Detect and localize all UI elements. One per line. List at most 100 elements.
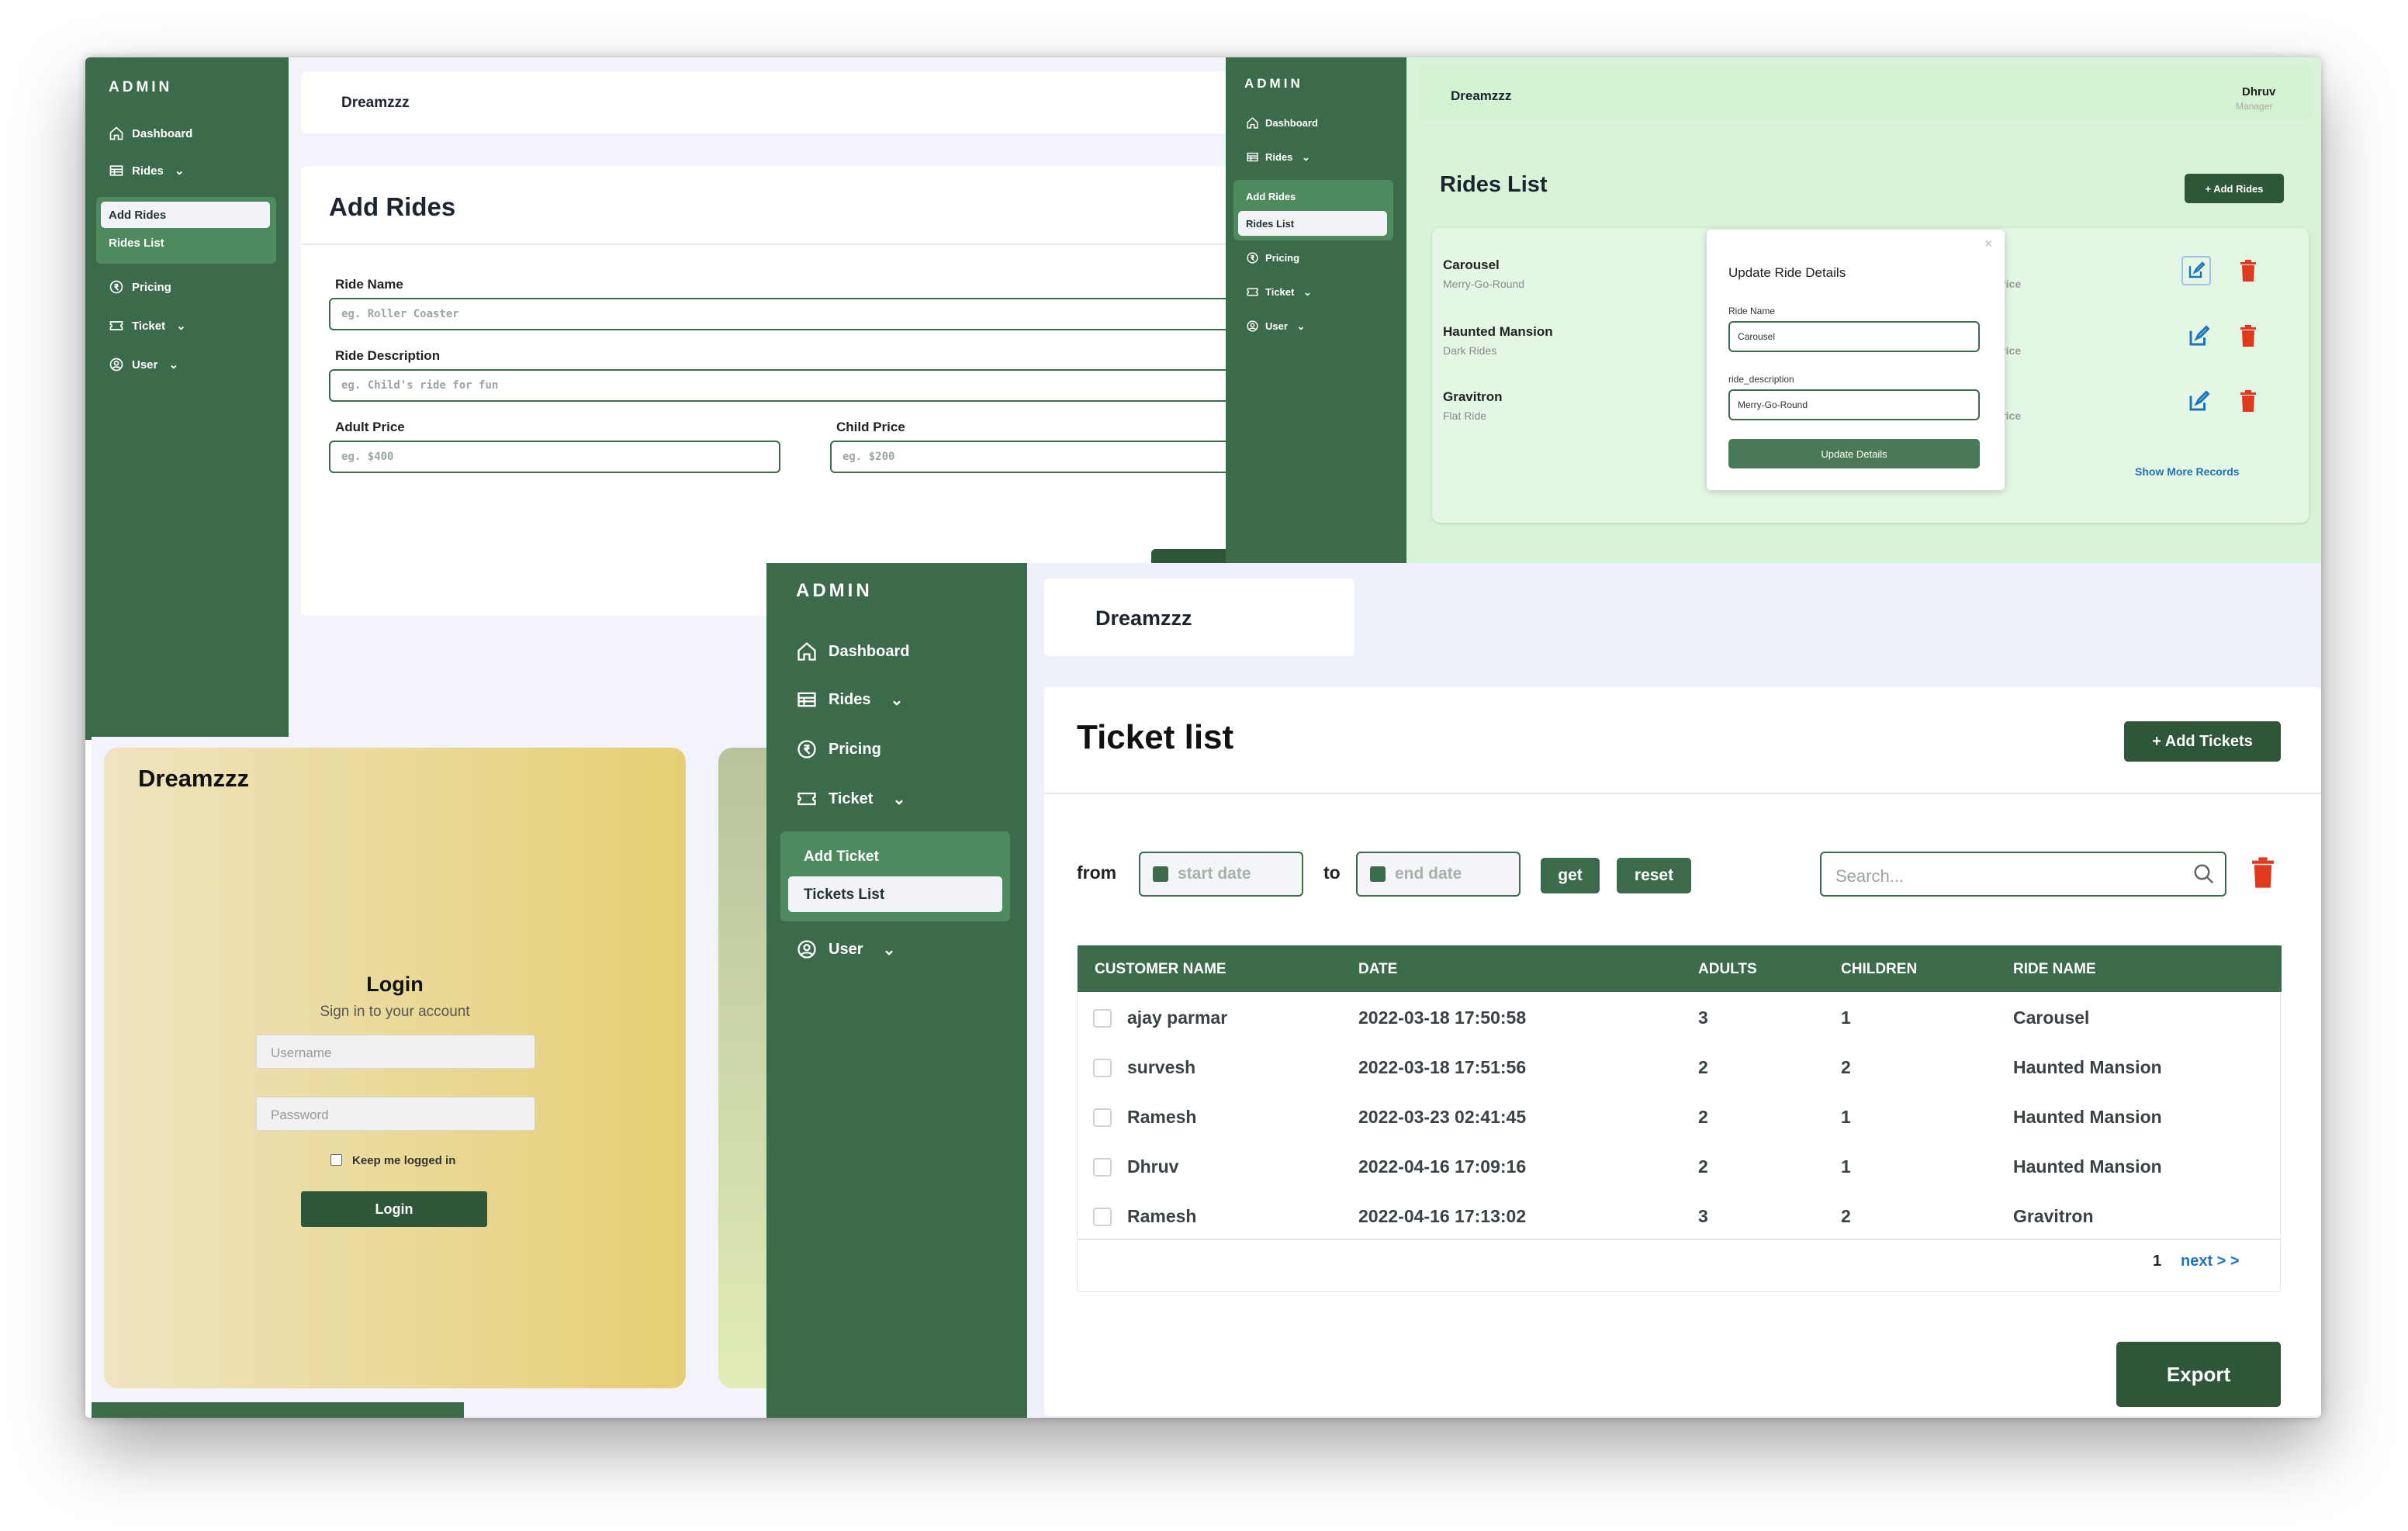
sidebar-item-rides[interactable]: Rides ⌄ bbox=[1246, 150, 1310, 164]
row-checkbox[interactable] bbox=[1093, 1158, 1112, 1177]
row-checkbox[interactable] bbox=[1093, 1009, 1112, 1028]
home-icon bbox=[1247, 117, 1258, 129]
sidebar-item-user[interactable]: User ⌄ bbox=[1246, 320, 1305, 333]
row-checkbox[interactable] bbox=[1093, 1208, 1112, 1226]
search-icon bbox=[2194, 864, 2214, 884]
page-title: Add Rides bbox=[329, 192, 456, 221]
search-input[interactable]: Search... bbox=[1820, 852, 2226, 897]
cell-date: 2022-04-16 17:09:16 bbox=[1358, 1156, 1527, 1177]
calendar-icon bbox=[1370, 866, 1386, 882]
table-row[interactable]: Dhruv 2022-04-16 17:09:16 2 1 Haunted Ma… bbox=[1078, 1141, 2282, 1191]
cell-children: 2 bbox=[1841, 1206, 1851, 1226]
adult-price-input[interactable]: eg. $400 bbox=[329, 441, 780, 473]
table-row[interactable]: ajay parmar 2022-03-18 17:50:58 3 1 Caro… bbox=[1078, 992, 2282, 1042]
trash-icon[interactable] bbox=[2250, 856, 2276, 893]
from-label: from bbox=[1077, 862, 1117, 883]
page-title: Rides List bbox=[1440, 172, 1548, 197]
remember-checkbox[interactable] bbox=[330, 1154, 342, 1166]
password-field[interactable]: Password bbox=[256, 1097, 535, 1131]
sidebar-item-pricing[interactable]: Pricing bbox=[1246, 251, 1299, 264]
column-header-ride: RIDE NAME bbox=[2013, 961, 2096, 977]
ride-name: Gravitron bbox=[1443, 389, 1503, 404]
ticket-icon bbox=[109, 321, 123, 330]
child-price-label: Child Price bbox=[836, 420, 905, 434]
ride-description-input[interactable]: Merry-Go-Round bbox=[1728, 389, 1980, 420]
submenu-add-rides[interactable]: Add Rides bbox=[101, 202, 270, 228]
edit-icon[interactable] bbox=[2181, 256, 2211, 285]
chevron-down-icon: ⌄ bbox=[165, 358, 179, 372]
user-icon bbox=[797, 940, 816, 959]
sidebar-item-ticket[interactable]: Ticket ⌄ bbox=[109, 318, 186, 334]
chevron-down-icon: ⌄ bbox=[171, 164, 185, 178]
cell-ride: Carousel bbox=[2013, 1007, 2090, 1028]
export-button[interactable]: Export bbox=[2116, 1342, 2281, 1407]
start-date-input[interactable]: start date bbox=[1139, 852, 1303, 897]
sidebar-item-user[interactable]: User ⌄ bbox=[109, 357, 178, 372]
row-checkbox[interactable] bbox=[1093, 1108, 1112, 1127]
sidebar-item-pricing[interactable]: Pricing bbox=[796, 738, 881, 760]
cell-customer: Ramesh bbox=[1127, 1107, 1197, 1127]
ticket-card: Ticket list + Add Tickets from start dat… bbox=[1044, 687, 2321, 1416]
add-rides-card: Add Rides Ride Name eg. Roller Coaster R… bbox=[301, 166, 1337, 616]
cell-date: 2022-03-23 02:41:45 bbox=[1358, 1107, 1527, 1127]
next-page-link[interactable]: next > > bbox=[2181, 1253, 2240, 1270]
sidebar: ADMIN Dashboard Rides ⌄ Pricing Ticket ⌄… bbox=[766, 563, 1027, 1418]
cell-adults: 3 bbox=[1698, 1007, 1708, 1028]
sidebar-item-user[interactable]: User ⌄ bbox=[796, 938, 895, 960]
column-header-customer: CUSTOMER NAME bbox=[1095, 961, 1226, 977]
sidebar-item-rides[interactable]: Rides ⌄ bbox=[796, 689, 903, 710]
end-date-input[interactable]: end date bbox=[1356, 852, 1521, 897]
submenu-tickets-list[interactable]: Tickets List bbox=[788, 876, 1002, 912]
cell-customer: ajay parmar bbox=[1127, 1007, 1228, 1028]
add-tickets-button[interactable]: + Add Tickets bbox=[2124, 721, 2281, 762]
ride-description-input[interactable]: eg. Child's ride for fun bbox=[329, 369, 1337, 402]
table-icon bbox=[109, 165, 123, 176]
trash-icon[interactable] bbox=[2239, 389, 2258, 416]
get-button[interactable]: get bbox=[1541, 858, 1600, 893]
ride-name-label: Ride Name bbox=[1728, 306, 1776, 316]
login-button[interactable]: Login bbox=[301, 1191, 487, 1227]
username-field[interactable]: Username bbox=[256, 1035, 535, 1069]
sidebar-item-dashboard[interactable]: Dashboard bbox=[1246, 116, 1318, 130]
sidebar-item-dashboard[interactable]: Dashboard bbox=[109, 126, 192, 141]
update-details-button[interactable]: Update Details bbox=[1728, 439, 1980, 468]
trash-icon[interactable] bbox=[2239, 324, 2258, 351]
adult-price-label: Adult Price bbox=[335, 420, 405, 434]
table-icon bbox=[1247, 152, 1258, 162]
sidebar-item-ticket[interactable]: Ticket ⌄ bbox=[1246, 285, 1312, 299]
sidebar-item-ticket[interactable]: Ticket ⌄ bbox=[796, 788, 905, 810]
show-more-link[interactable]: Show More Records bbox=[2135, 465, 2240, 478]
ride-name-input[interactable]: eg. Roller Coaster bbox=[329, 298, 1337, 330]
chevron-down-icon: ⌄ bbox=[884, 790, 906, 808]
ride-category: Merry-Go-Round bbox=[1443, 278, 1525, 290]
chevron-down-icon: ⌄ bbox=[1300, 285, 1312, 298]
sidebar: ADMIN Dashboard Rides ⌄ Add Rides Rides … bbox=[85, 57, 289, 740]
ticket-table-wrapper: CUSTOMER NAME DATE ADULTS CHILDREN RIDE … bbox=[1077, 945, 2282, 1292]
table-row[interactable]: survesh 2022-03-18 17:51:56 2 2 Haunted … bbox=[1078, 1042, 2282, 1091]
page-number[interactable]: 1 bbox=[2153, 1253, 2161, 1270]
ride-name-input[interactable]: Carousel bbox=[1728, 321, 1980, 352]
add-rides-button[interactable]: + Add Rides bbox=[2185, 174, 2284, 203]
submenu-add-ticket[interactable]: Add Ticket bbox=[788, 841, 894, 873]
sidebar-item-rides[interactable]: Rides ⌄ bbox=[109, 163, 185, 178]
submenu-add-rides[interactable]: Add Rides bbox=[1238, 185, 1303, 209]
cell-children: 2 bbox=[1841, 1057, 1851, 1077]
row-checkbox[interactable] bbox=[1093, 1059, 1112, 1077]
close-icon[interactable]: × bbox=[1984, 236, 1993, 252]
submenu-rides-list[interactable]: Rides List bbox=[1238, 211, 1387, 236]
cell-adults: 2 bbox=[1698, 1156, 1708, 1177]
table-row[interactable]: Ramesh 2022-04-16 17:13:02 3 2 Gravitron bbox=[1078, 1191, 2282, 1240]
trash-icon[interactable] bbox=[2239, 259, 2258, 286]
header: Dreamzzz bbox=[1044, 579, 1354, 656]
login-screen: Dreamzzz Login Sign in to your account U… bbox=[92, 737, 874, 1418]
edit-icon[interactable] bbox=[2185, 323, 2213, 354]
login-subtitle: Sign in to your account bbox=[320, 1004, 470, 1020]
sidebar-item-dashboard[interactable]: Dashboard bbox=[796, 641, 909, 662]
ride-name-label: Ride Name bbox=[335, 277, 403, 292]
submenu-rides-list[interactable]: Rides List bbox=[101, 231, 172, 255]
sidebar-item-pricing[interactable]: Pricing bbox=[109, 279, 171, 295]
edit-icon[interactable] bbox=[2185, 388, 2213, 420]
table-row[interactable]: Ramesh 2022-03-23 02:41:45 2 1 Haunted M… bbox=[1078, 1091, 2282, 1141]
reset-button[interactable]: reset bbox=[1617, 858, 1691, 893]
header: Dreamzzz Dhruv Manager bbox=[1420, 65, 2312, 119]
